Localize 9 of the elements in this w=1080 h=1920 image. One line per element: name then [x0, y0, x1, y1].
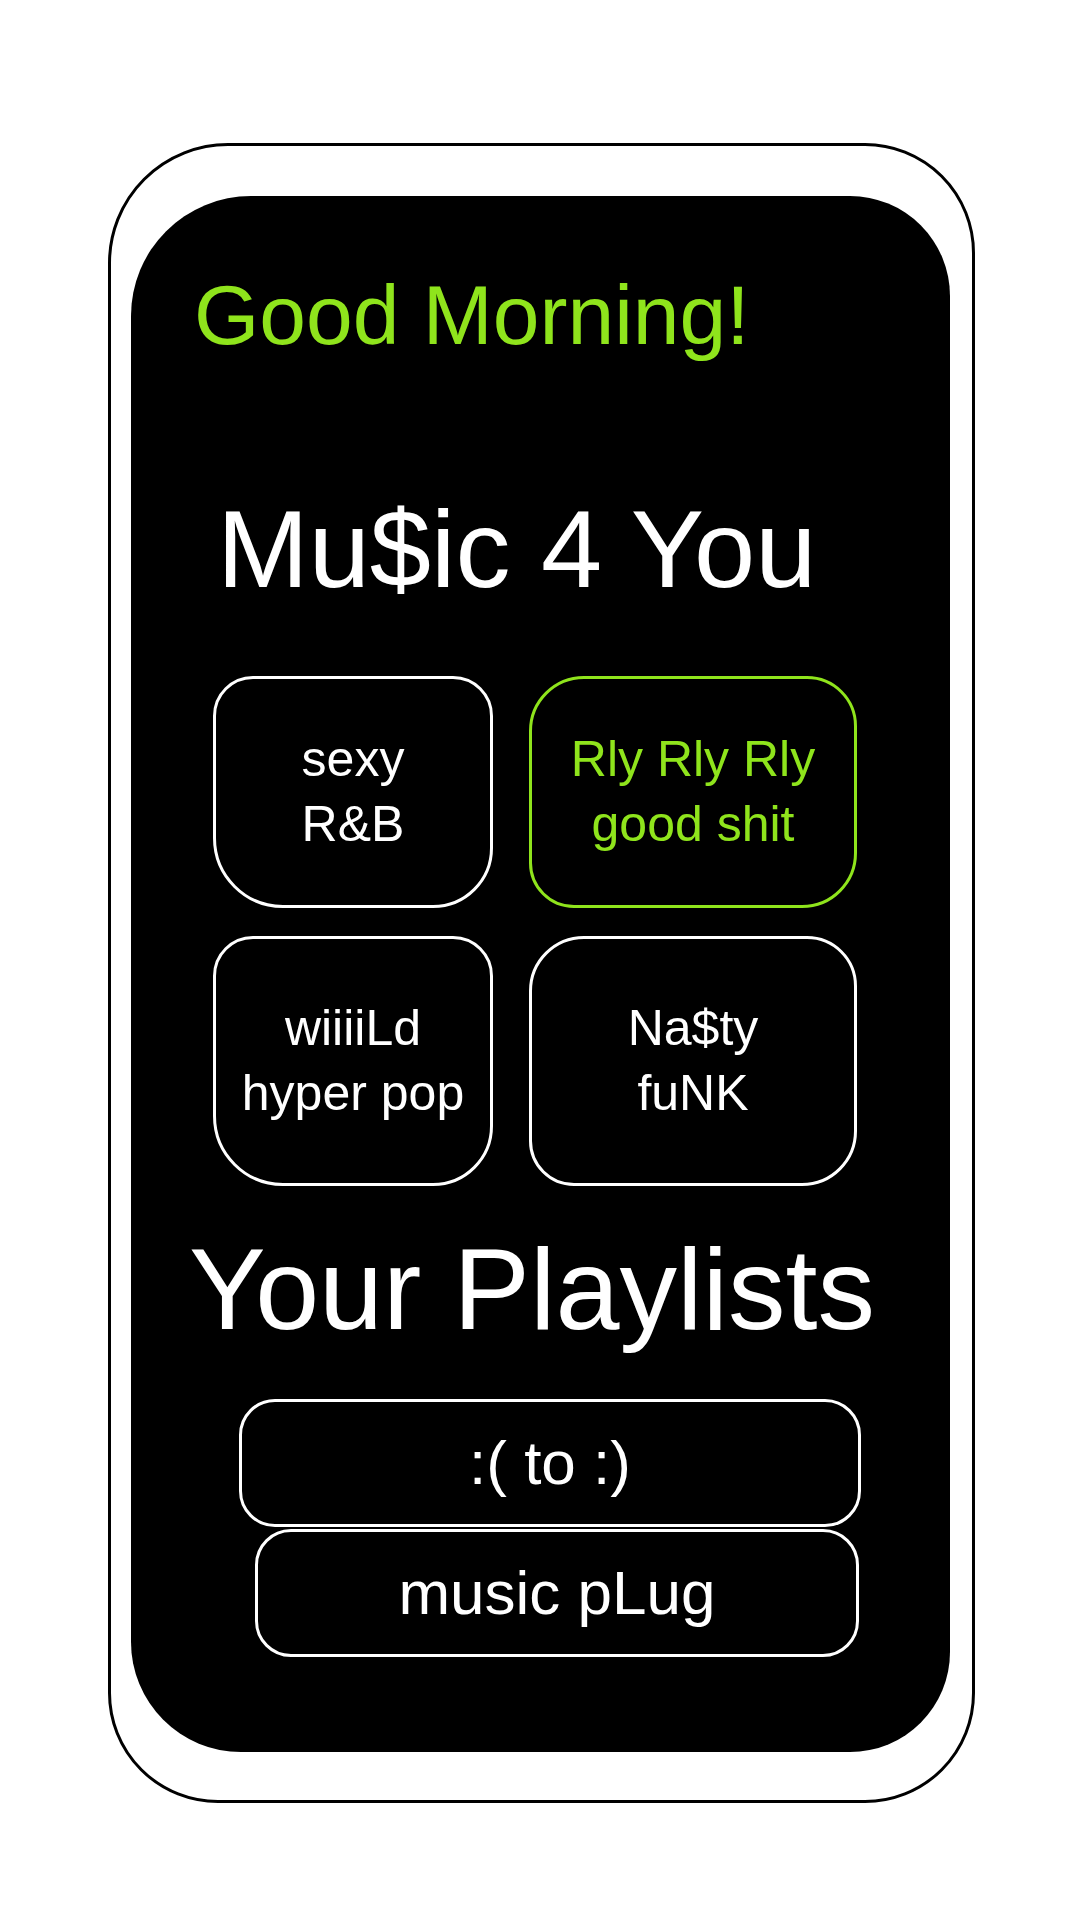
section-title: Your Playlists [189, 1226, 876, 1353]
genre-tile[interactable]: wiiiiLd hyper pop [213, 936, 493, 1187]
section-title: Mu$ic 4 You [217, 485, 817, 612]
playlist-button[interactable]: :( to :) [239, 1398, 861, 1527]
genre-tile[interactable]: Rly Rly Rly good shit [529, 676, 857, 909]
greeting-text: Good Morning! [194, 267, 750, 364]
genre-tile[interactable]: sexy R&B [213, 676, 493, 909]
genre-tile[interactable]: Na$ty fuNK [529, 936, 857, 1187]
playlist-button[interactable]: music pLug [255, 1528, 859, 1657]
